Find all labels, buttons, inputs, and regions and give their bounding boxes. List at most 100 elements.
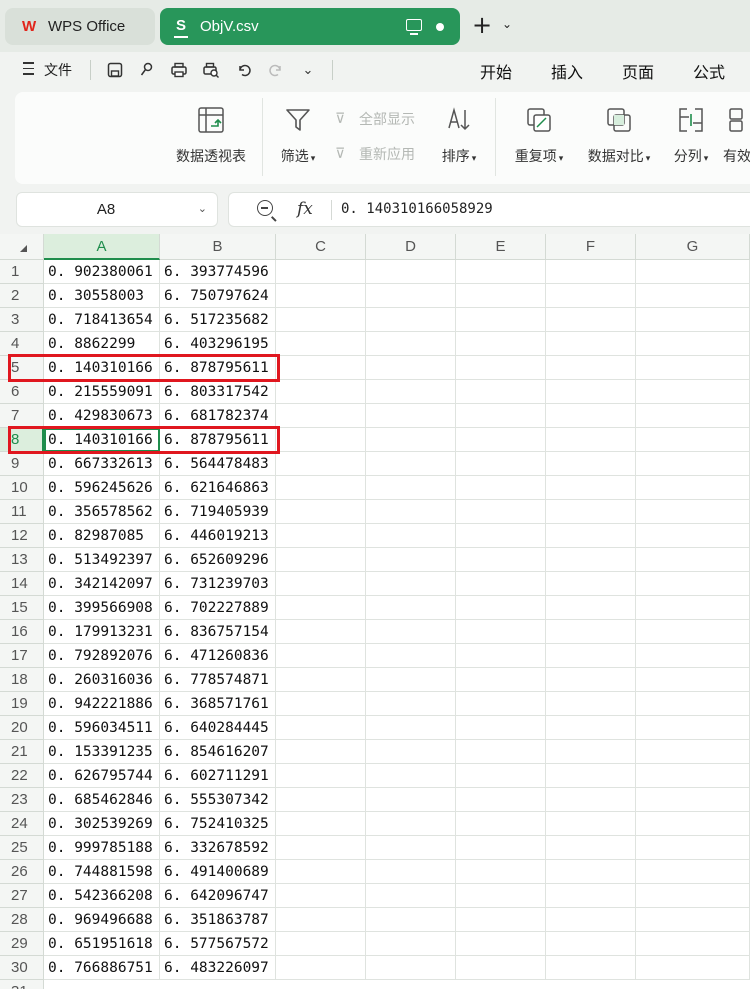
cell-g18[interactable]: [636, 668, 750, 692]
cell-e21[interactable]: [456, 740, 546, 764]
cell-c27[interactable]: [276, 884, 366, 908]
cell-a26[interactable]: 0. 744881598: [44, 860, 160, 884]
pivot-table-button[interactable]: 数据透视表: [171, 106, 251, 166]
cell-b2[interactable]: 6. 750797624: [160, 284, 276, 308]
show-all-button[interactable]: ⊽ 全部显示: [335, 109, 415, 129]
cell-g6[interactable]: [636, 380, 750, 404]
cell-g15[interactable]: [636, 596, 750, 620]
row-header[interactable]: 25: [0, 836, 44, 860]
cell-a13[interactable]: 0. 513492397: [44, 548, 160, 572]
column-header-a[interactable]: A: [44, 234, 160, 260]
cell-b16[interactable]: 6. 836757154: [160, 620, 276, 644]
column-header-g[interactable]: G: [636, 234, 750, 260]
cell-g30[interactable]: [636, 956, 750, 980]
cell-d4[interactable]: [366, 332, 456, 356]
cell-f27[interactable]: [546, 884, 636, 908]
column-header-c[interactable]: C: [276, 234, 366, 260]
cell-e1[interactable]: [456, 260, 546, 284]
cell-a17[interactable]: 0. 792892076: [44, 644, 160, 668]
save-icon[interactable]: [104, 59, 126, 81]
cell-f17[interactable]: [546, 644, 636, 668]
cell-c9[interactable]: [276, 452, 366, 476]
select-all-corner[interactable]: [0, 234, 44, 260]
row-header[interactable]: 29: [0, 932, 44, 956]
cell-g24[interactable]: [636, 812, 750, 836]
cell-a11[interactable]: 0. 356578562: [44, 500, 160, 524]
quick-access-chevron-down-icon[interactable]: ⌄: [297, 59, 319, 81]
cell-a29[interactable]: 0. 651951618: [44, 932, 160, 956]
cell-b21[interactable]: 6. 854616207: [160, 740, 276, 764]
cell-c17[interactable]: [276, 644, 366, 668]
cell-b23[interactable]: 6. 555307342: [160, 788, 276, 812]
cell-a15[interactable]: 0. 399566908: [44, 596, 160, 620]
cell-f23[interactable]: [546, 788, 636, 812]
cell-e11[interactable]: [456, 500, 546, 524]
cell-e12[interactable]: [456, 524, 546, 548]
cell-g4[interactable]: [636, 332, 750, 356]
cell-b1[interactable]: 6. 393774596: [160, 260, 276, 284]
cell-b30[interactable]: 6. 483226097: [160, 956, 276, 980]
cell-f21[interactable]: [546, 740, 636, 764]
cell-e2[interactable]: [456, 284, 546, 308]
cell-b14[interactable]: 6. 731239703: [160, 572, 276, 596]
cell-b7[interactable]: 6. 681782374: [160, 404, 276, 428]
undo-icon[interactable]: [233, 59, 255, 81]
cell-b4[interactable]: 6. 403296195: [160, 332, 276, 356]
column-header-e[interactable]: E: [456, 234, 546, 260]
cell-f13[interactable]: [546, 548, 636, 572]
cell-d5[interactable]: [366, 356, 456, 380]
cell-c18[interactable]: [276, 668, 366, 692]
cell-c12[interactable]: [276, 524, 366, 548]
cell-a10[interactable]: 0. 596245626: [44, 476, 160, 500]
cell-a16[interactable]: 0. 179913231: [44, 620, 160, 644]
cell-g27[interactable]: [636, 884, 750, 908]
cell-e8[interactable]: [456, 428, 546, 452]
cell-e29[interactable]: [456, 932, 546, 956]
spreadsheet-grid[interactable]: A B C D E F G 1 0. 902380061 6. 393774596 2 0. 3055…: [0, 234, 750, 989]
cell-d1[interactable]: [366, 260, 456, 284]
cell-d18[interactable]: [366, 668, 456, 692]
cell-c19[interactable]: [276, 692, 366, 716]
cell-c5[interactable]: [276, 356, 366, 380]
cell-e28[interactable]: [456, 908, 546, 932]
cell-d23[interactable]: [366, 788, 456, 812]
column-header-f[interactable]: F: [546, 234, 636, 260]
cell-c21[interactable]: [276, 740, 366, 764]
cell-f29[interactable]: [546, 932, 636, 956]
cell-a6[interactable]: 0. 215559091: [44, 380, 160, 404]
cell-a9[interactable]: 0. 667332613: [44, 452, 160, 476]
cell-g12[interactable]: [636, 524, 750, 548]
row-header[interactable]: 11: [0, 500, 44, 524]
row-header[interactable]: 12: [0, 524, 44, 548]
cell-b25[interactable]: 6. 332678592: [160, 836, 276, 860]
cell-g16[interactable]: [636, 620, 750, 644]
cell-b12[interactable]: 6. 446019213: [160, 524, 276, 548]
cell-d17[interactable]: [366, 644, 456, 668]
cell-b26[interactable]: 6. 491400689: [160, 860, 276, 884]
print-icon[interactable]: [168, 59, 190, 81]
cell-e19[interactable]: [456, 692, 546, 716]
cell-g3[interactable]: [636, 308, 750, 332]
cell-g29[interactable]: [636, 932, 750, 956]
cell-g14[interactable]: [636, 572, 750, 596]
cell-c3[interactable]: [276, 308, 366, 332]
cell-g26[interactable]: [636, 860, 750, 884]
cell-c15[interactable]: [276, 596, 366, 620]
row-header[interactable]: 22: [0, 764, 44, 788]
cell-e16[interactable]: [456, 620, 546, 644]
cell-g28[interactable]: [636, 908, 750, 932]
name-box-chevron-down-icon[interactable]: ⌄: [198, 202, 207, 215]
cell-b29[interactable]: 6. 577567572: [160, 932, 276, 956]
row-header[interactable]: 31: [0, 980, 44, 989]
cell-c30[interactable]: [276, 956, 366, 980]
split-column-button[interactable]: 分列 ▾: [669, 106, 713, 166]
cell-f22[interactable]: [546, 764, 636, 788]
row-header[interactable]: 23: [0, 788, 44, 812]
cell-g5[interactable]: [636, 356, 750, 380]
cell-e10[interactable]: [456, 476, 546, 500]
cell-d8[interactable]: [366, 428, 456, 452]
cell-d22[interactable]: [366, 764, 456, 788]
cell-e7[interactable]: [456, 404, 546, 428]
menu-file[interactable]: 文件: [44, 60, 72, 80]
cell-b6[interactable]: 6. 803317542: [160, 380, 276, 404]
